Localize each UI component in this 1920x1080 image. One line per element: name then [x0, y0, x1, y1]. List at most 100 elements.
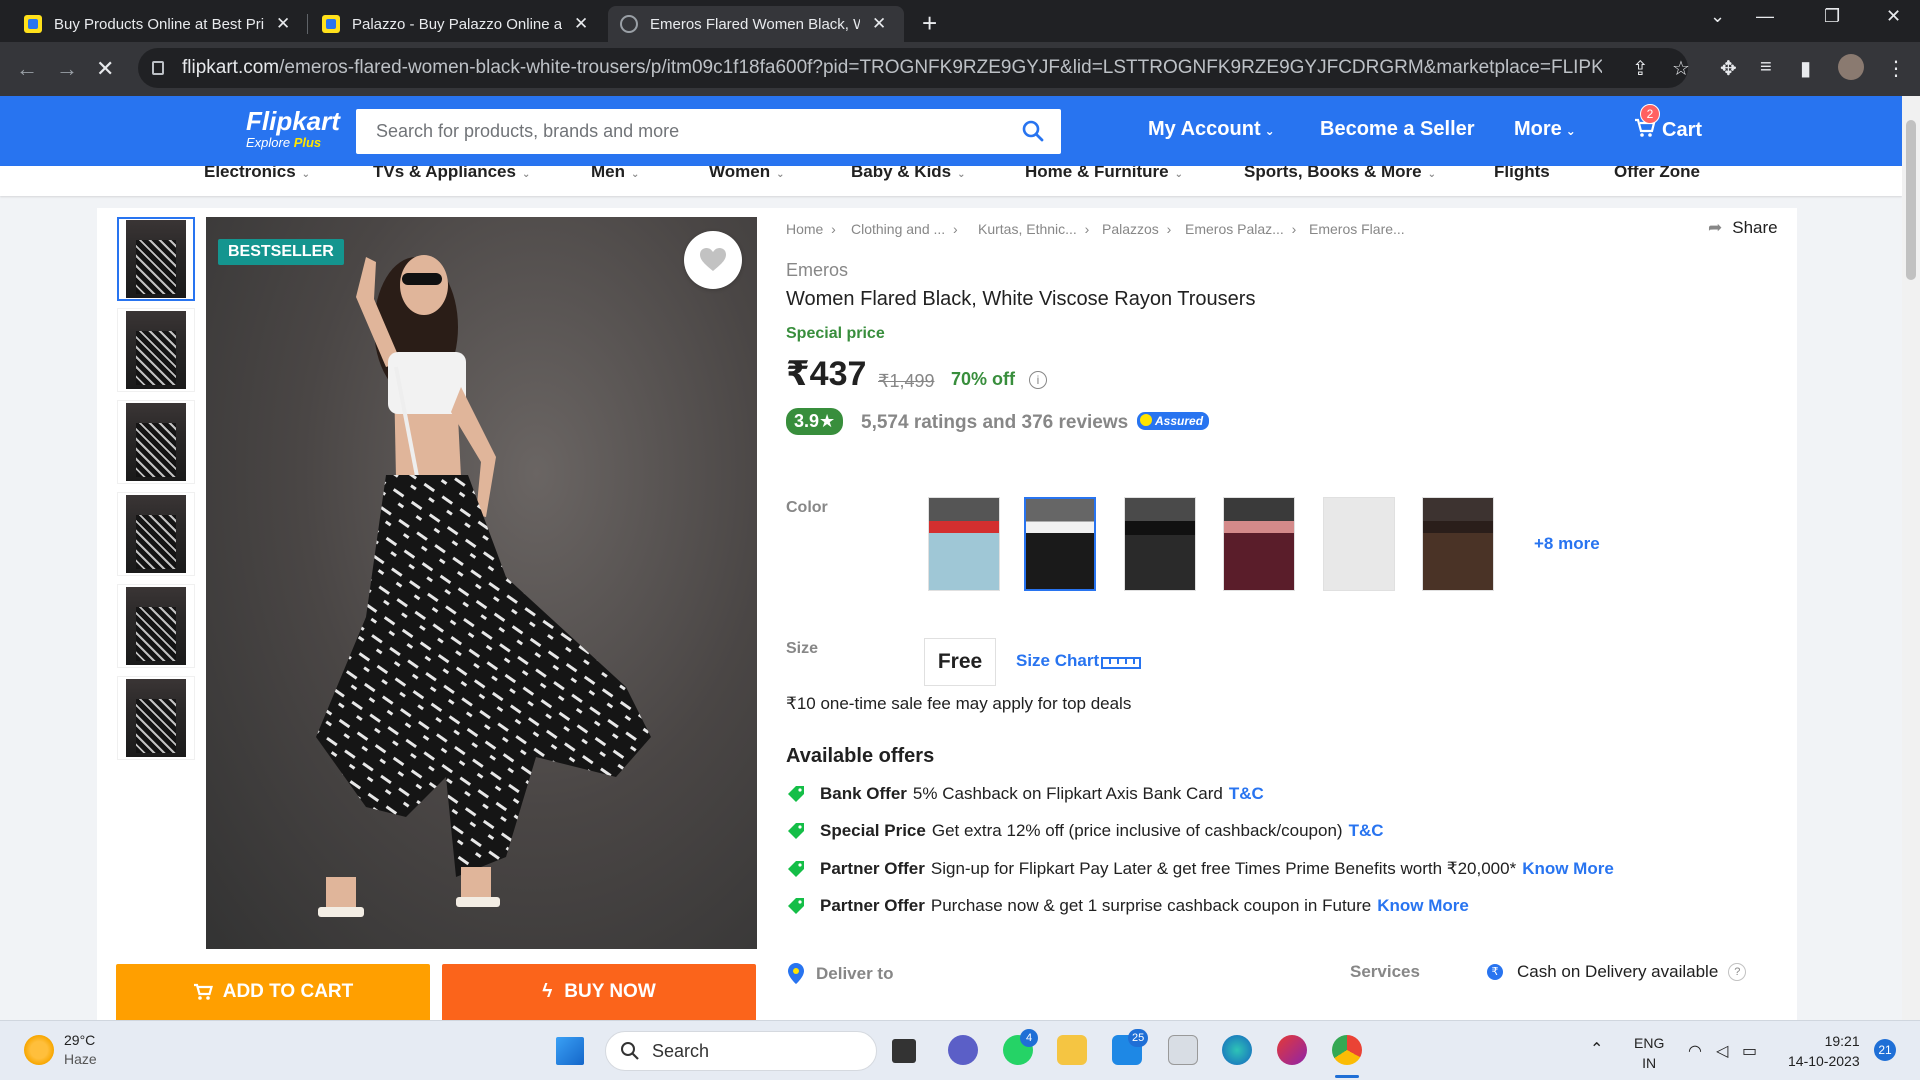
profile-avatar[interactable] — [1838, 54, 1864, 80]
model-illustration — [316, 255, 651, 917]
ratings-reviews-count[interactable]: 5,574 ratings and 376 reviews — [861, 412, 1128, 434]
offer-tag-icon — [788, 861, 804, 877]
category-offer-zone[interactable]: Offer Zone — [1614, 166, 1700, 182]
speaker-icon[interactable]: ◁ — [1716, 1041, 1728, 1061]
taskbar-search[interactable]: Search — [605, 1031, 877, 1071]
color-swatch-selected[interactable] — [1024, 497, 1096, 591]
flipkart-favicon-icon — [24, 15, 42, 33]
close-tab-icon[interactable]: ✕ — [872, 14, 886, 34]
address-bar[interactable]: flipkart.com/emeros-flared-women-black-w… — [138, 48, 1688, 88]
tab-search-chevron-icon[interactable]: ⌄ — [1710, 6, 1725, 27]
teams-chat-icon[interactable] — [948, 1035, 978, 1065]
new-tab-button[interactable]: + — [922, 8, 937, 39]
forward-arrow-icon[interactable]: → — [56, 56, 78, 82]
color-swatch[interactable] — [1323, 497, 1395, 591]
color-swatch[interactable] — [1223, 497, 1295, 591]
product-thumbnail[interactable] — [117, 492, 195, 576]
know-more-link[interactable]: Know More — [1522, 859, 1614, 879]
breadcrumb-item[interactable]: Emeros Flare... — [1309, 221, 1405, 237]
browser-tab-3-active[interactable]: Emeros Flared Women Black, White ✕ — [608, 6, 904, 42]
office-app-icon[interactable] — [1277, 1035, 1307, 1065]
terms-link[interactable]: T&C — [1349, 821, 1384, 841]
side-panel-icon[interactable]: ▮ — [1800, 56, 1811, 81]
category-sports-books[interactable]: Sports, Books & More ⌄ — [1244, 166, 1436, 182]
terms-link[interactable]: T&C — [1229, 784, 1264, 804]
notification-badge[interactable]: 21 — [1874, 1039, 1896, 1061]
chrome-icon[interactable] — [1332, 1035, 1362, 1065]
task-view-icon[interactable] — [892, 1039, 916, 1063]
windows-taskbar: 29°C Haze Search 4 25 ⌃ ENG IN ◠ ◁ ▭ 19:21… — [0, 1020, 1920, 1080]
search-icon[interactable] — [1021, 119, 1045, 143]
breadcrumb-home[interactable]: Home › — [786, 221, 836, 237]
product-thumbnail[interactable] — [117, 400, 195, 484]
back-arrow-icon[interactable]: ← — [16, 56, 38, 82]
battery-icon[interactable]: ▭ — [1742, 1041, 1757, 1061]
chevron-down-icon: ⌄ — [1264, 124, 1275, 138]
product-thumbnail[interactable] — [117, 217, 195, 301]
weather-sun-icon — [24, 1035, 54, 1065]
chevron-down-icon: ⌄ — [301, 169, 311, 180]
restore-button[interactable]: ❐ — [1824, 6, 1840, 27]
breadcrumb-item[interactable]: Clothing and ... › — [851, 221, 958, 237]
weather-widget[interactable]: 29°C Haze — [24, 1031, 97, 1069]
stop-loading-icon[interactable]: ✕ — [96, 56, 114, 82]
close-window-button[interactable]: ✕ — [1886, 6, 1901, 27]
browser-tab-1[interactable]: Buy Products Online at Best Price ✕ — [12, 6, 304, 42]
system-clock[interactable]: 19:21 14-10-2023 — [1788, 1031, 1860, 1071]
breadcrumb-item[interactable]: Emeros Palaz... › — [1185, 221, 1296, 237]
category-electronics[interactable]: Electronics ⌄ — [204, 166, 310, 182]
info-icon[interactable]: i — [1029, 371, 1047, 389]
product-thumbnail[interactable] — [117, 308, 195, 392]
flipkart-logo[interactable]: Flipkart Explore Plus — [246, 106, 340, 150]
product-thumbnail[interactable] — [117, 676, 195, 760]
size-chart-link[interactable]: Size Chart — [1016, 651, 1099, 671]
color-swatch[interactable] — [928, 497, 1000, 591]
file-explorer-icon[interactable] — [1057, 1035, 1087, 1065]
chevron-down-icon: ⌄ — [521, 169, 531, 180]
wishlist-button[interactable] — [684, 231, 742, 289]
buy-now-button[interactable]: ϟ BUY NOW — [442, 964, 756, 1020]
category-tvs-appliances[interactable]: TVs & Appliances ⌄ — [373, 166, 530, 182]
category-women[interactable]: Women ⌄ — [709, 166, 784, 182]
more-menu[interactable]: More ⌄ — [1514, 118, 1576, 141]
help-icon[interactable]: ? — [1728, 963, 1747, 981]
become-seller-link[interactable]: Become a Seller — [1320, 118, 1475, 141]
more-colors-link[interactable]: +8 more — [1534, 534, 1600, 554]
product-thumbnail[interactable] — [117, 584, 195, 668]
my-account-menu[interactable]: My Account ⌄ — [1148, 118, 1275, 141]
chevron-up-icon[interactable]: ⌃ — [1590, 1039, 1603, 1059]
category-men[interactable]: Men ⌄ — [591, 166, 639, 182]
share-page-icon[interactable]: ⇪ — [1632, 56, 1649, 81]
close-tab-icon[interactable]: ✕ — [276, 14, 290, 34]
color-swatch[interactable] — [1124, 497, 1196, 591]
browser-tab-2[interactable]: Palazzo - Buy Palazzo Online at Best ✕ — [310, 6, 602, 42]
search-input[interactable]: Search for products, brands and more — [356, 109, 1061, 154]
share-button[interactable]: ➦ Share — [1708, 218, 1778, 238]
category-flights[interactable]: Flights — [1494, 166, 1550, 182]
ruler-icon[interactable] — [1101, 657, 1141, 669]
add-to-cart-button[interactable]: ADD TO CART — [116, 964, 430, 1020]
breadcrumb-item[interactable]: Kurtas, Ethnic... › — [978, 221, 1089, 237]
edge-browser-icon[interactable] — [1222, 1035, 1252, 1065]
product-main-image[interactable]: BESTSELLER — [206, 217, 757, 949]
extensions-puzzle-icon[interactable]: ✥ — [1720, 56, 1737, 81]
page-scrollbar[interactable] — [1902, 96, 1920, 1020]
color-swatch[interactable] — [1422, 497, 1494, 591]
chevron-down-icon: ⌄ — [1565, 124, 1576, 138]
bookmark-star-icon[interactable]: ☆ — [1672, 56, 1690, 81]
minimize-button[interactable]: — — [1756, 6, 1774, 27]
know-more-link[interactable]: Know More — [1377, 896, 1469, 916]
size-option[interactable]: Free — [924, 638, 996, 686]
chrome-menu-icon[interactable]: ⋮ — [1886, 56, 1906, 81]
language-indicator[interactable]: ENG IN — [1634, 1033, 1664, 1073]
wifi-icon[interactable]: ◠ — [1688, 1041, 1702, 1061]
bestseller-badge: BESTSELLER — [218, 239, 344, 265]
close-tab-icon[interactable]: ✕ — [574, 14, 588, 34]
media-controls-icon[interactable]: ≡ — [1760, 56, 1772, 79]
scrollbar-thumb[interactable] — [1906, 120, 1916, 280]
category-baby-kids[interactable]: Baby & Kids ⌄ — [851, 166, 966, 182]
breadcrumb-item[interactable]: Palazzos › — [1102, 221, 1171, 237]
notepad-icon[interactable] — [1168, 1035, 1198, 1065]
category-home-furniture[interactable]: Home & Furniture ⌄ — [1025, 166, 1183, 182]
windows-start-icon[interactable] — [556, 1037, 584, 1065]
